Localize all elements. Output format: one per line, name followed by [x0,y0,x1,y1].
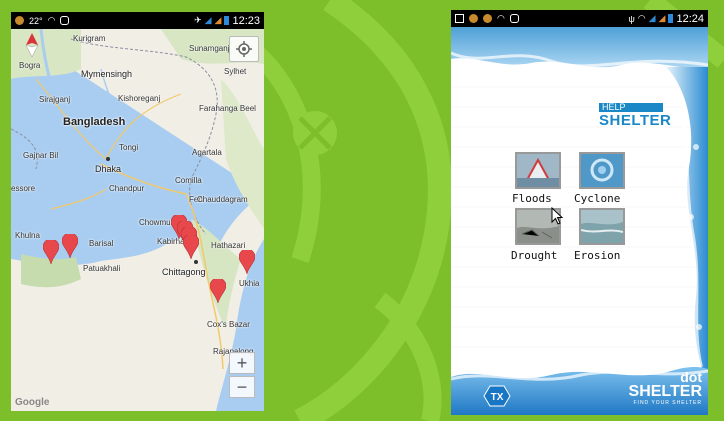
map-label: Sylhet [224,67,247,76]
dot-label: dot [680,369,702,385]
map-label: Tongi [119,143,139,152]
map-label: Kurigram [73,34,106,43]
map-label: Chittagong [162,267,206,277]
help-label: HELP [599,103,663,112]
map-label: Khulna [15,231,40,240]
map-pin[interactable] [62,234,78,258]
map-label: Chandpur [109,184,145,193]
map-label: Comilla [175,176,202,185]
signal-icon-2: ◢ [214,15,222,25]
map-pin[interactable] [239,250,255,274]
footer-shelter-label: SHELTER [628,383,702,400]
tx-badge[interactable]: TX [483,385,511,407]
tx-badge-label: TX [491,392,504,403]
map-label: Agartala [192,148,222,157]
map-label: Sunamganj [189,44,230,53]
map-label: Ukhia [239,279,260,288]
erosion-label[interactable]: Erosion [574,249,620,262]
temperature-text: 22° [29,15,43,26]
map-phone-screen: 22° ◠ ✈ ◢ ◢ 12:23 Kurigram Bogra Mymensi… [11,12,264,411]
map-label: Cox's Bazar [207,320,250,329]
compass-icon[interactable] [25,33,39,57]
city-dot-dhaka [106,157,110,161]
cyclone-label[interactable]: Cyclone [574,192,620,205]
erosion-tile[interactable] [579,208,625,245]
signal-icon-2: ◢ [658,13,666,23]
floods-tile[interactable] [515,152,561,189]
map-label: Farahanga Beel [199,104,256,113]
signal-icon: ◢ [204,15,212,25]
map-label: Mymensingh [81,69,133,79]
status-bar: ◠ ψ ◠ ◢ ◢ 12:24 [451,10,708,27]
dot-shelter-logo: dot SHELTER FIND YOUR SHELTER [629,370,702,406]
google-logo: Google [15,397,50,408]
map-pin[interactable] [43,240,59,264]
erosion-icon [581,210,623,243]
location-target-icon [236,41,252,57]
country-label: Bangladesh [63,116,126,128]
cyclone-tile[interactable] [579,152,625,189]
help-shelter-logo: HELP SHELTER [599,103,672,129]
map-label: Bogra [19,61,41,70]
status-bar: 22° ◠ ✈ ◢ ◢ 12:23 [11,12,264,29]
wifi-signal-icon: ◠ [637,13,646,23]
notification-icon [469,14,478,23]
map-label: Barisal [89,239,114,248]
map-label: Gajnar Bil [23,151,59,160]
zoom-out-button[interactable]: − [229,376,255,398]
clock: 12:23 [232,14,260,27]
map-pin[interactable] [183,235,199,259]
wifi-icon: ◠ [497,13,505,23]
battery-icon [668,14,674,23]
floods-icon [517,154,559,187]
zoom-in-button[interactable]: + [229,352,255,374]
shelter-phone-screen: ◠ ψ ◠ ◢ ◢ 12:24 HELP SHELTER Floods Cycl… [451,10,708,415]
signal-icon: ◢ [648,13,656,23]
tagline: FIND YOUR SHELTER [633,400,702,406]
map-label: Chauddagram [197,195,248,204]
map-label: Hathazari [211,241,246,250]
map-label: Patuakhali [83,264,121,273]
mouse-cursor-icon [551,207,563,225]
city-dot-chittagong [194,260,198,264]
map-label: essore [11,184,36,193]
cyclone-icon [581,154,623,187]
chat-icon [60,16,70,25]
notification-icon-2 [483,14,492,23]
drought-label[interactable]: Drought [511,249,557,262]
shelter-title: SHELTER [599,112,672,129]
clock: 12:24 [676,12,704,25]
map-label: Sirajganj [39,95,71,104]
notification-icon [15,16,24,25]
image-icon [455,14,464,23]
wifi-icon: ◠ [47,15,56,25]
map-pin[interactable] [210,279,226,303]
battery-icon [224,16,230,25]
map-label: Dhaka [95,164,122,174]
usb-icon: ψ [628,13,635,24]
floods-label[interactable]: Floods [512,192,552,205]
airplane-icon: ✈ [194,15,202,25]
chat-icon [509,14,519,23]
my-location-button[interactable] [229,36,259,62]
map-label: Kishoreganj [118,94,161,103]
